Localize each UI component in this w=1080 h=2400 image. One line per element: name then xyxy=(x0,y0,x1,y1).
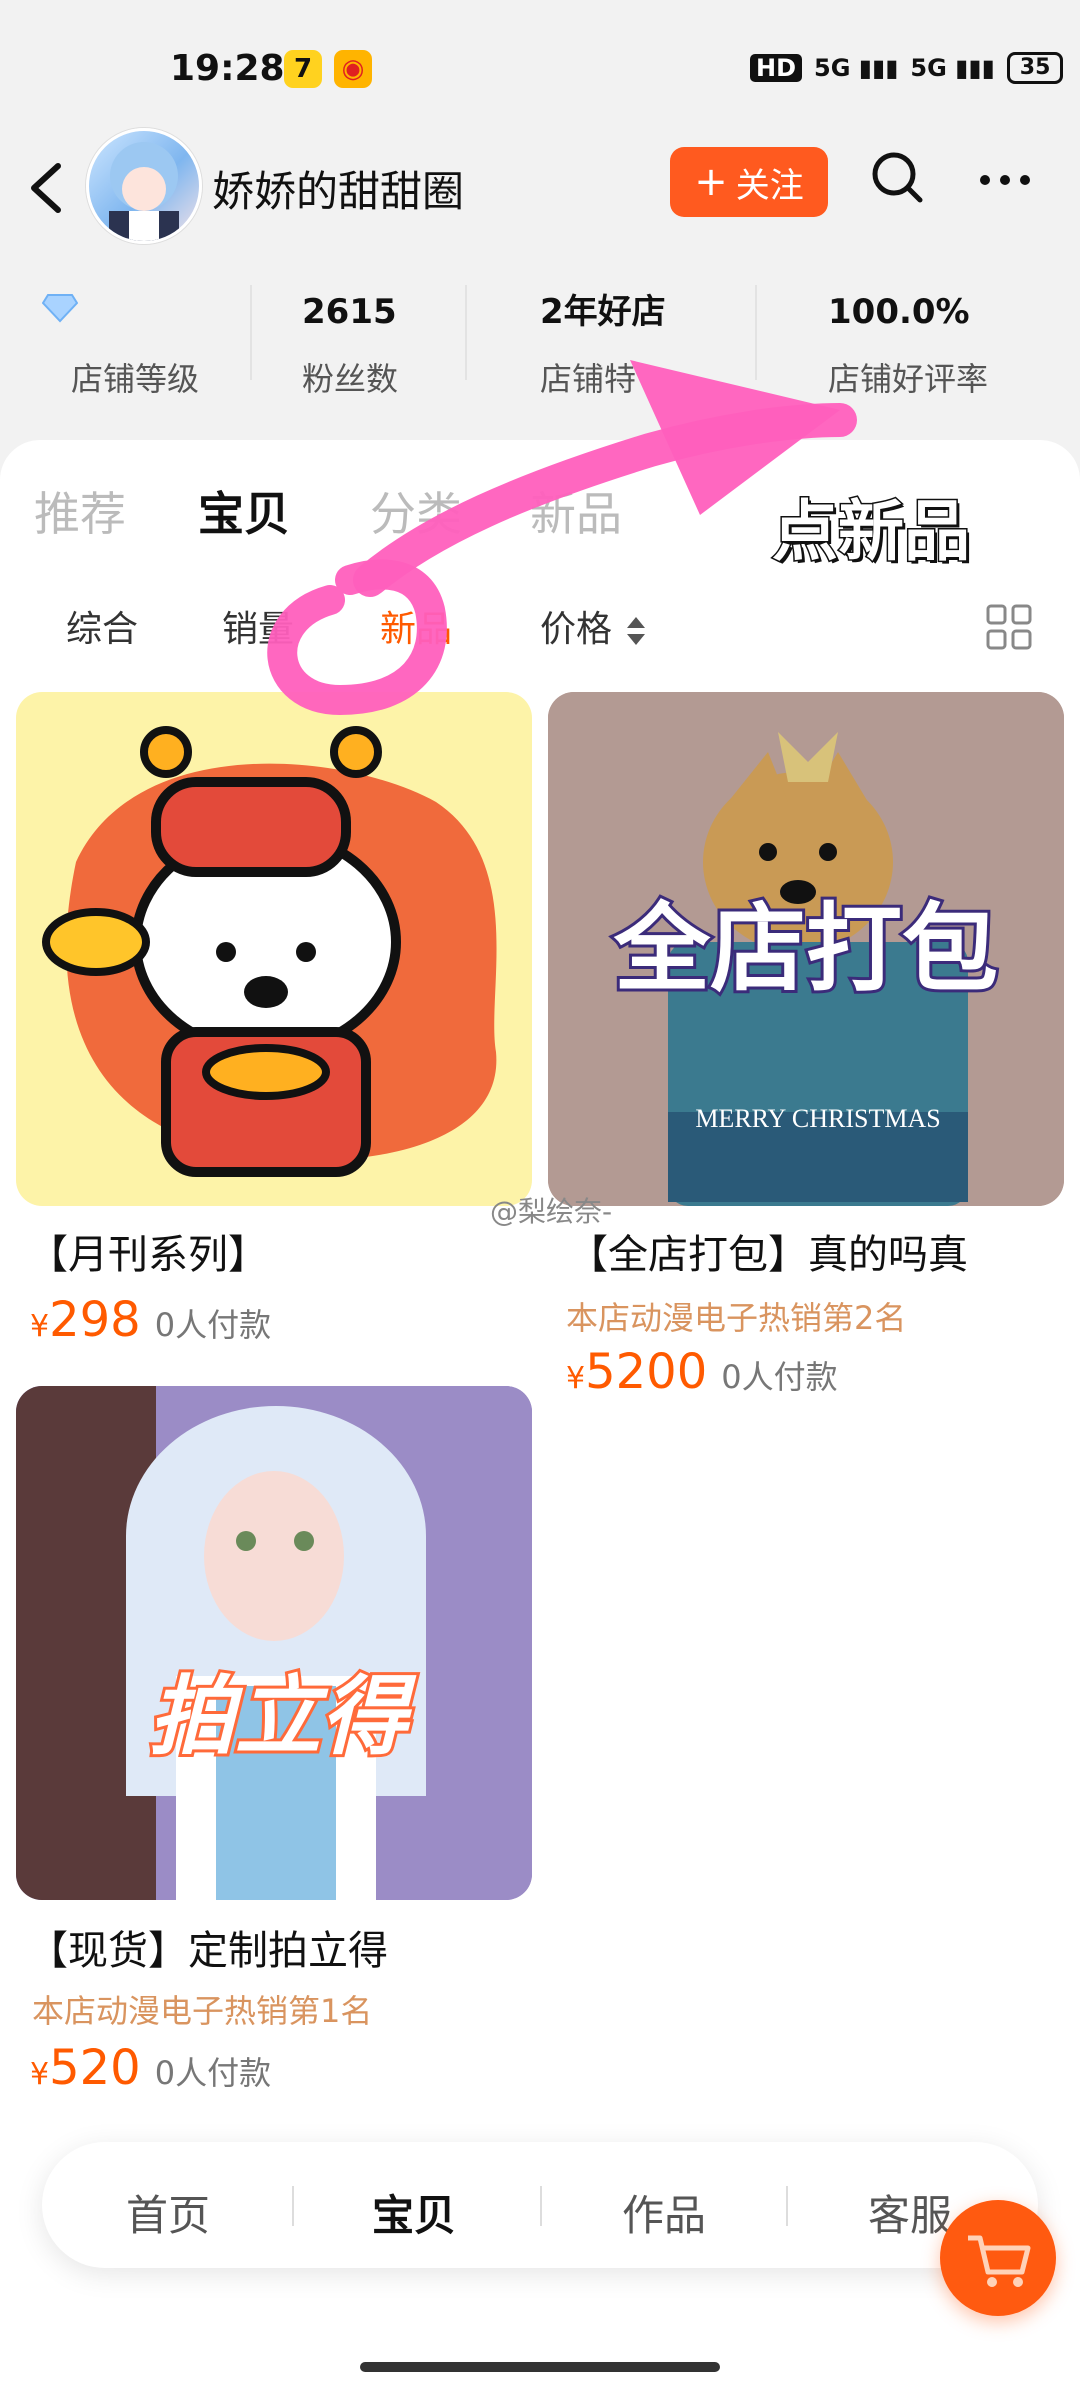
stat-value: 100.0% xyxy=(828,292,970,332)
image-overlay-text: 拍立得 xyxy=(149,1667,417,1767)
stat-label: 店铺好评率 xyxy=(828,360,989,398)
weibo-notification-icon: ◉ xyxy=(334,50,372,88)
gift-wrap-text: MERRY CHRISTMAS xyxy=(695,1104,940,1133)
product-price: 5200 xyxy=(585,1344,708,1400)
dog-gift-photo: MERRY CHRISTMAS 全店打包 xyxy=(548,692,1064,1206)
annotation-label: 点新品 xyxy=(771,492,972,572)
tab-recommend[interactable]: 推荐 xyxy=(34,478,126,544)
product-price-row: ¥ 520 0人付款 xyxy=(30,2040,271,2096)
filter-new[interactable]: 新品 xyxy=(380,600,452,652)
stat-label: 店铺特 xyxy=(540,360,637,398)
product-title[interactable]: 【月刊系列】 xyxy=(28,1222,268,1280)
sold-count: 0人付款 xyxy=(154,2054,272,2092)
nav-items[interactable]: 宝贝 xyxy=(334,2182,494,2243)
nav-home[interactable]: 首页 xyxy=(88,2182,248,2243)
app-notification-icon: 7 xyxy=(284,50,322,88)
back-arrow-icon xyxy=(31,163,61,213)
divider xyxy=(465,285,467,380)
product-price-row: ¥ 5200 0人付款 xyxy=(566,1344,838,1400)
cart-button[interactable] xyxy=(940,2200,1056,2316)
product-price: 520 xyxy=(49,2040,141,2096)
filter-general[interactable]: 综合 xyxy=(66,600,138,652)
divider xyxy=(540,2186,542,2226)
product-rank: 本店动漫电子热销第2名 xyxy=(566,1299,907,1337)
signal-icon-2: 5G ▮▮▮ xyxy=(910,54,995,82)
stat-label: 粉丝数 xyxy=(302,360,399,398)
currency-symbol: ¥ xyxy=(566,1361,586,1396)
sold-count: 0人付款 xyxy=(154,1306,272,1344)
product-price: 298 xyxy=(49,1292,141,1348)
product-price-row: ¥ 298 0人付款 xyxy=(30,1292,271,1348)
product-title[interactable]: 【现货】定制拍立得 xyxy=(28,1918,388,1976)
stat-shop-level[interactable]: 店铺等级 xyxy=(20,290,250,400)
sort-arrows-icon xyxy=(627,617,646,645)
grid-icon xyxy=(986,604,1032,650)
tab-category[interactable]: 分类 xyxy=(370,478,462,544)
home-indicator[interactable] xyxy=(360,2362,720,2372)
stat-rating[interactable]: 100.0% 店铺好评率 xyxy=(800,290,1030,400)
battery-icon: 35 xyxy=(1006,52,1064,84)
stat-shop-feature[interactable]: 2年好店 店铺特 xyxy=(490,290,720,400)
plus-icon: + xyxy=(694,159,728,205)
sold-count: 0人付款 xyxy=(721,1358,838,1396)
follow-label: 关注 xyxy=(735,165,804,206)
currency-symbol: ¥ xyxy=(30,1309,50,1344)
diamond-icon xyxy=(20,290,250,334)
currency-symbol: ¥ xyxy=(30,2057,50,2092)
search-icon xyxy=(872,152,923,203)
follow-button[interactable]: + 关注 xyxy=(670,147,828,217)
stat-value: 2615 xyxy=(302,292,397,332)
stat-value: 2年好店 xyxy=(540,292,666,332)
tab-items[interactable]: 宝贝 xyxy=(198,478,290,544)
filter-sales[interactable]: 销量 xyxy=(222,600,294,652)
grid-view-toggle[interactable] xyxy=(985,603,1033,651)
filter-price[interactable]: 价格 xyxy=(540,600,649,652)
back-button[interactable] xyxy=(22,158,72,218)
filter-price-label: 价格 xyxy=(540,609,613,650)
product-rank: 本店动漫电子热销第1名 xyxy=(32,1992,373,2030)
stat-label: 店铺等级 xyxy=(70,360,199,398)
status-time: 19:28 xyxy=(170,48,285,89)
more-dots-icon xyxy=(980,175,1030,185)
tab-new[interactable]: 新品 xyxy=(530,478,622,544)
nav-works[interactable]: 作品 xyxy=(584,2182,744,2243)
divider xyxy=(755,285,757,380)
shop-avatar[interactable] xyxy=(86,128,202,244)
shop-name: 娇娇的甜甜圈 xyxy=(212,167,465,216)
status-indicators: HD 5G ▮▮▮ 5G ▮▮▮ 35 xyxy=(750,52,1064,84)
divider xyxy=(292,2186,294,2226)
divider xyxy=(250,285,252,380)
cart-icon xyxy=(968,2235,1031,2287)
bear-mascot-illustration xyxy=(42,726,497,1177)
cosplay-photo: 拍立得 xyxy=(16,1386,532,1900)
image-overlay-text: 全店打包 xyxy=(613,893,998,1005)
divider xyxy=(786,2186,788,2226)
hd-icon: HD xyxy=(750,54,803,82)
search-button[interactable] xyxy=(868,148,928,208)
product-image-1[interactable] xyxy=(16,692,532,1206)
signal-icon: 5G ▮▮▮ xyxy=(814,54,899,82)
product-image-3[interactable]: 拍立得 xyxy=(16,1386,532,1900)
stat-fans[interactable]: 2615 粉丝数 xyxy=(262,290,492,400)
more-options-button[interactable] xyxy=(975,160,1035,200)
product-title[interactable]: 【全店打包】真的吗真 xyxy=(568,1222,968,1280)
product-image-2[interactable]: MERRY CHRISTMAS 全店打包 xyxy=(548,692,1064,1206)
